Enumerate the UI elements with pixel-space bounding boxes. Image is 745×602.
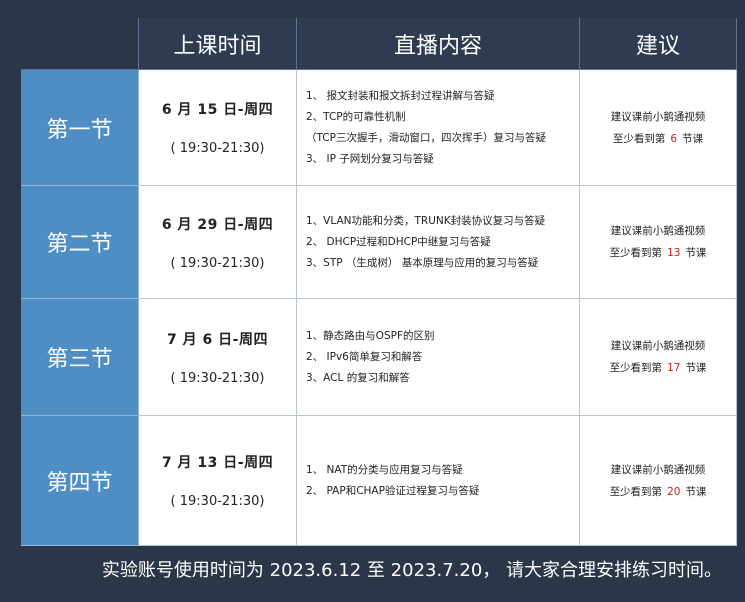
advice-progress: 至少看到第 6 节课 (613, 128, 703, 150)
advice: 建议课前小鹅通视频 至少看到第 20 节课 (580, 416, 737, 546)
content-line: 2、 IPv6简单复习和解答 (306, 350, 423, 363)
class-date: 7 月 6 日-周四 (167, 331, 268, 348)
class-hours: ( 19:30-21:30) (170, 370, 265, 386)
class-date: 7 月 13 日-周四 (161, 455, 274, 471)
content-line: 1、VLAN功能和分类，TRUNK封装协议复习与答疑 (306, 214, 546, 227)
class-time: 7 月 6 日-周四 ( 19:30-21:30) (139, 299, 297, 416)
content-line: 3、 IP 子网划分复习与答疑 (306, 152, 434, 165)
live-content: 1、 NAT的分类与应用复习与答疑 2、 PAP和CHAP验证过程复习与答疑 (297, 416, 580, 546)
class-time: 6 月 29 日-周四 ( 19:30-21:30) (139, 186, 297, 299)
advice: 建议课前小鹅通视频 至少看到第 13 节课 (580, 186, 737, 299)
schedule-table: 上课时间 直播内容 建议 第一节 6 月 15 日-周四 ( 19:30-21:… (21, 18, 737, 546)
advice-prefix: 至少看到第 (612, 132, 666, 145)
content-line: 2、TCP的可靠性机制 (306, 110, 406, 123)
lesson-count: 13 (667, 247, 681, 259)
content-line: 1、 NAT的分类与应用复习与答疑 (306, 463, 463, 476)
class-time: 6 月 15 日-周四 ( 19:30-21:30) (139, 70, 297, 186)
content-line: 1、 报文封装和报文拆封过程讲解与答疑 (306, 89, 495, 102)
advice: 建议课前小鹅通视频 至少看到第 6 节课 (580, 70, 737, 186)
advice-suffix: 节课 (685, 362, 707, 374)
account-usage-note: 实验账号使用时间为 2023.6.12 至 2023.7.20， 请大家合理安排… (101, 560, 722, 581)
advice-text: 建议课前小鹅通视频 (610, 340, 706, 352)
class-hours: ( 19:30-21:30) (170, 494, 265, 509)
class-hours: ( 19:30-21:30) (170, 255, 265, 271)
header-advice: 建议 (580, 18, 737, 70)
lesson-count: 6 (670, 132, 678, 145)
live-content: 1、VLAN功能和分类，TRUNK封装协议复习与答疑 2、 DHCP过程和DHC… (297, 186, 580, 299)
advice-suffix: 节课 (685, 485, 707, 498)
advice-prefix: 至少看到第 (609, 362, 663, 374)
advice-progress: 至少看到第 20 节课 (610, 481, 707, 503)
section-label: 第三节 (21, 299, 139, 416)
advice-suffix: 节课 (682, 132, 704, 145)
content-line: 1、静态路由与OSPF的区别 (306, 329, 435, 342)
content-line: 3、ACL 的复习和解答 (306, 371, 410, 384)
class-time: 7 月 13 日-周四 ( 19:30-21:30) (139, 416, 297, 546)
header-content: 直播内容 (297, 18, 580, 70)
lesson-count: 17 (667, 362, 681, 374)
class-hours: ( 19:30-21:30) (170, 141, 265, 156)
advice-suffix: 节课 (685, 247, 707, 259)
class-date: 6 月 15 日-周四 (161, 102, 274, 118)
content-line: 2、 PAP和CHAP验证过程复习与答疑 (306, 484, 480, 497)
advice-progress: 至少看到第 13 节课 (610, 242, 707, 264)
advice-text: 建议课前小鹅通视频 (610, 110, 706, 123)
advice-prefix: 至少看到第 (609, 485, 663, 498)
section-label: 第四节 (21, 416, 139, 546)
content-line: 3、STP （生成树） 基本原理与应用的复习与答疑 (306, 256, 539, 269)
advice-text: 建议课前小鹅通视频 (610, 463, 706, 476)
live-content: 1、静态路由与OSPF的区别 2、 IPv6简单复习和解答 3、ACL 的复习和… (297, 299, 580, 416)
lesson-count: 20 (667, 485, 681, 498)
advice-text: 建议课前小鹅通视频 (610, 225, 706, 237)
advice: 建议课前小鹅通视频 至少看到第 17 节课 (580, 299, 737, 416)
live-content: 1、 报文封装和报文拆封过程讲解与答疑 2、TCP的可靠性机制 （TCP三次握手… (297, 70, 580, 186)
section-label: 第一节 (21, 70, 139, 186)
header-corner (21, 18, 139, 70)
content-line: （TCP三次握手，滑动窗口，四次挥手）复习与答疑 (306, 131, 546, 144)
section-label: 第二节 (21, 186, 139, 299)
header-time: 上课时间 (139, 18, 297, 70)
advice-progress: 至少看到第 17 节课 (610, 357, 707, 379)
content-line: 2、 DHCP过程和DHCP中继复习与答疑 (306, 235, 491, 248)
class-date: 6 月 29 日-周四 (161, 216, 274, 233)
advice-prefix: 至少看到第 (609, 247, 663, 259)
